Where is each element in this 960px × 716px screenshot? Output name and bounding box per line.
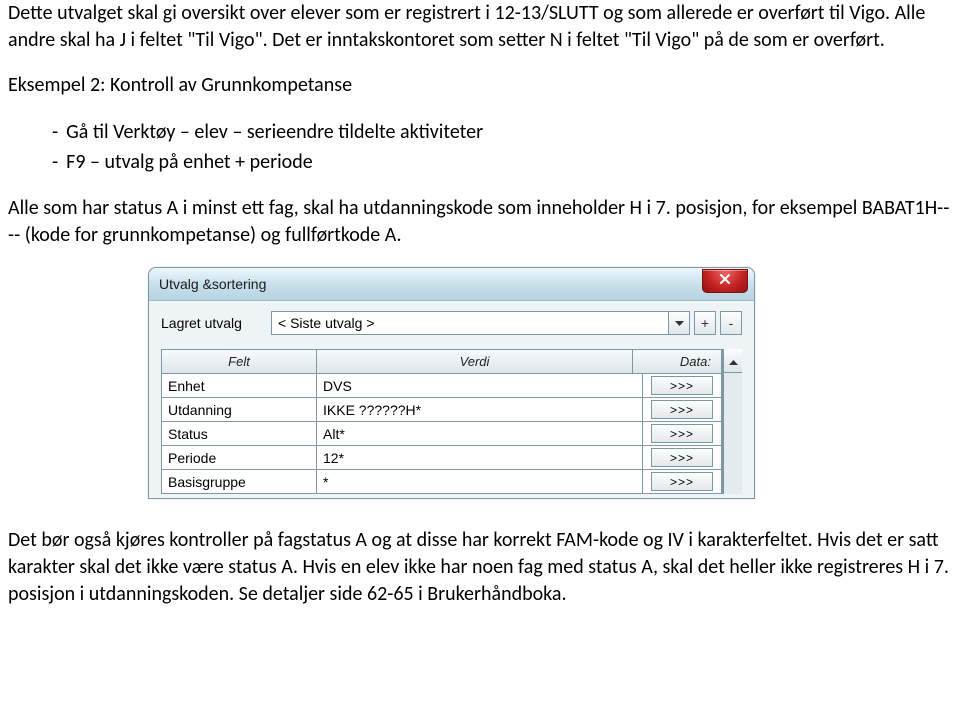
close-button[interactable] <box>702 269 748 293</box>
dialog-titlebar[interactable]: Utvalg &sortering <box>149 268 754 301</box>
cell-verdi: DVS <box>317 374 643 397</box>
bullet-item: - F9 – utvalg på enhet + periode <box>52 147 952 177</box>
chevron-up-icon <box>729 352 738 370</box>
data-button[interactable]: >>> <box>651 376 713 395</box>
cell-verdi: IKKE ??????H* <box>317 398 643 421</box>
data-button[interactable]: >>> <box>651 472 713 491</box>
bullet-item: - Gå til Verktøy – elev – serieendre til… <box>52 117 952 147</box>
header-data: Data: <box>633 350 722 373</box>
paragraph-footer: Det bør også kjøres kontroller på fagsta… <box>8 527 952 608</box>
example-2-heading: Eksempel 2: Kontroll av Grunnkompetanse <box>8 72 952 99</box>
dash-icon: - <box>52 147 58 177</box>
paragraph-rule: Alle som har status A i minst ett fag, s… <box>8 195 952 249</box>
combo-dropdown-button[interactable] <box>668 311 690 335</box>
header-felt: Felt <box>162 350 317 373</box>
data-button[interactable]: >>> <box>651 424 713 443</box>
cell-felt: Basisgruppe <box>162 470 317 493</box>
bullet-text: Gå til Verktøy – elev – serieendre tilde… <box>66 117 483 147</box>
add-selection-button[interactable]: + <box>694 311 716 335</box>
scroll-track[interactable] <box>723 373 742 494</box>
saved-selection-combo[interactable]: < Siste utvalg > <box>271 311 668 335</box>
cell-felt: Utdanning <box>162 398 317 421</box>
close-icon <box>719 272 731 290</box>
bullet-text: F9 – utvalg på enhet + periode <box>66 147 313 177</box>
dialog-title: Utvalg &sortering <box>159 276 266 292</box>
cell-felt: Periode <box>162 446 317 469</box>
grid-scrollbar[interactable] <box>723 349 742 494</box>
chevron-down-icon <box>675 314 684 332</box>
bullet-list: - Gå til Verktøy – elev – serieendre til… <box>52 117 952 177</box>
selection-dialog: Utvalg &sortering Lagret utvalg < Siste … <box>148 267 755 499</box>
table-row[interactable]: Enhet DVS >>> <box>162 374 722 398</box>
dash-icon: - <box>52 117 58 147</box>
remove-selection-button[interactable]: - <box>720 311 742 335</box>
table-row[interactable]: Utdanning IKKE ??????H* >>> <box>162 398 722 422</box>
table-row[interactable]: Periode 12* >>> <box>162 446 722 470</box>
cell-felt: Enhet <box>162 374 317 397</box>
table-row[interactable]: Basisgruppe * >>> <box>162 470 722 493</box>
cell-verdi: 12* <box>317 446 643 469</box>
paragraph-intro: Dette utvalget skal gi oversikt over ele… <box>8 0 952 54</box>
cell-verdi: * <box>317 470 643 493</box>
combo-value: < Siste utvalg > <box>278 315 375 331</box>
data-button[interactable]: >>> <box>651 448 713 467</box>
criteria-grid: Felt Verdi Data: Enhet DVS >>> Utdanning <box>161 349 723 494</box>
cell-verdi: Alt* <box>317 422 643 445</box>
grid-header: Felt Verdi Data: <box>162 350 722 374</box>
cell-felt: Status <box>162 422 317 445</box>
header-verdi: Verdi <box>317 350 633 373</box>
scroll-up-button[interactable] <box>723 349 742 373</box>
saved-selection-label: Lagret utvalg <box>161 315 271 331</box>
table-row[interactable]: Status Alt* >>> <box>162 422 722 446</box>
data-button[interactable]: >>> <box>651 400 713 419</box>
